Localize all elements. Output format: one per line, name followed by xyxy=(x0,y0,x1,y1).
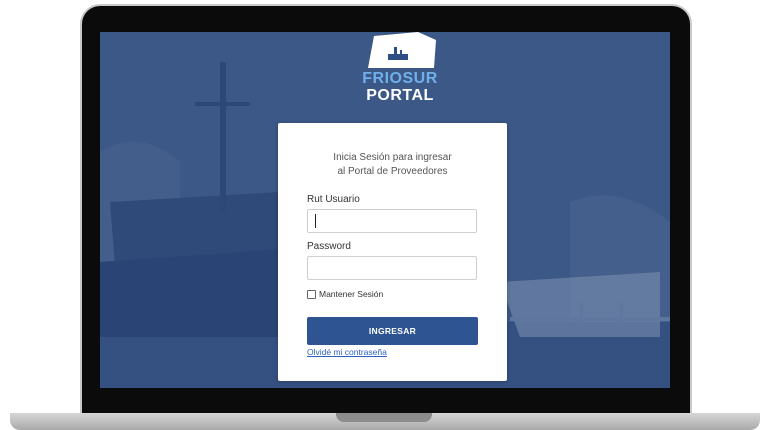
remember-session-option[interactable]: Mantener Sesión xyxy=(307,289,383,299)
intro-line-1: Inicia Sesión para ingresar xyxy=(333,152,452,163)
ship-logo-icon xyxy=(368,32,436,68)
password-input[interactable] xyxy=(307,256,477,280)
laptop-base-notch xyxy=(336,413,432,422)
forgot-password-link[interactable]: Olvidé mi contraseña xyxy=(307,347,387,357)
login-screen: FRIOSUR PORTAL Inicia Sesión para ingres… xyxy=(100,32,670,388)
intro-line-2: al Portal de Proveedores xyxy=(337,166,448,177)
friosur-portal-logo: FRIOSUR PORTAL xyxy=(354,32,446,104)
login-intro-text: Inicia Sesión para ingresar al Portal de… xyxy=(278,151,507,179)
login-card: Inicia Sesión para ingresar al Portal de… xyxy=(278,123,507,381)
logo-text-friosur: FRIOSUR xyxy=(362,70,438,87)
login-submit-button[interactable]: INGRESAR xyxy=(307,317,478,345)
password-label: Password xyxy=(307,241,351,252)
rut-input[interactable] xyxy=(307,209,477,233)
remember-checkbox[interactable] xyxy=(307,289,316,299)
text-caret xyxy=(315,214,316,228)
logo-text-portal: PORTAL xyxy=(366,87,434,104)
rut-label: Rut Usuario xyxy=(307,194,360,205)
remember-label: Mantener Sesión xyxy=(319,289,384,299)
